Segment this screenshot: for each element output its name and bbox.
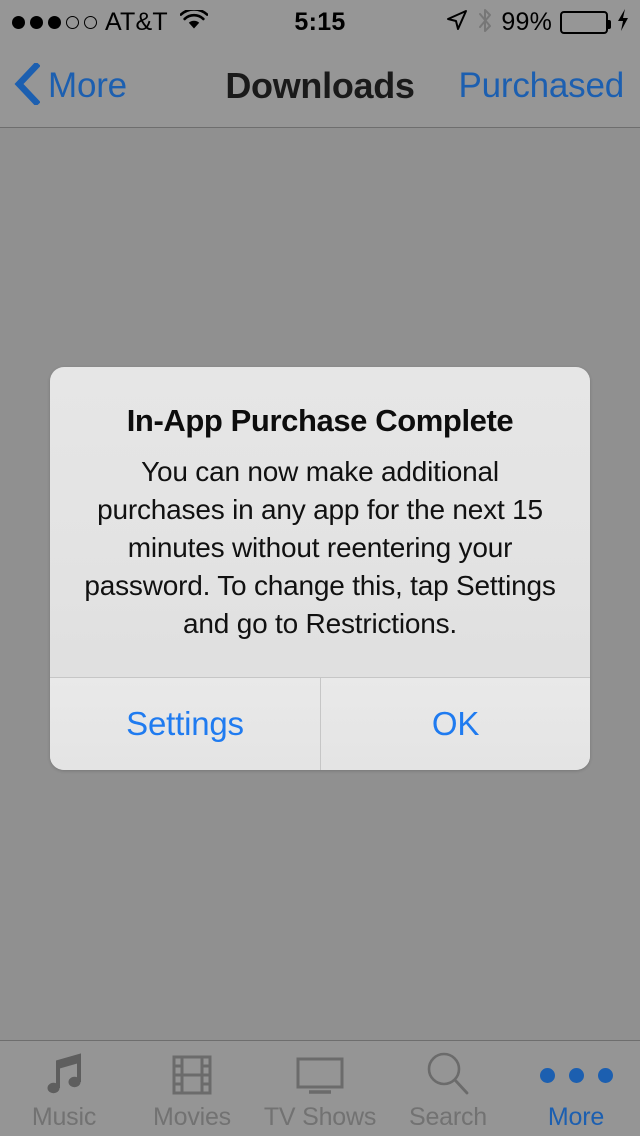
alert-message: You can now make additional purchases in… <box>84 456 556 639</box>
tab-movies-label: Movies <box>153 1103 231 1131</box>
tab-tv-shows-label: TV Shows <box>263 1103 377 1131</box>
alert-ok-button[interactable]: OK <box>320 678 590 770</box>
tab-more[interactable]: More <box>512 1041 640 1136</box>
charging-bolt-icon <box>616 8 630 37</box>
television-icon <box>293 1049 347 1101</box>
alert-settings-button[interactable]: Settings <box>50 678 320 770</box>
film-strip-icon <box>167 1049 217 1101</box>
alert-dialog: In-App Purchase Complete You can now mak… <box>50 367 590 770</box>
battery-icon <box>560 11 611 34</box>
tab-more-label: More <box>547 1103 605 1131</box>
navigation-bar: More Downloads Purchased <box>0 45 640 128</box>
alert-title: In-App Purchase Complete <box>126 403 514 438</box>
tab-music-label: Music <box>31 1103 97 1131</box>
bluetooth-icon <box>477 8 493 38</box>
status-bar: AT&T 5:15 99% <box>0 0 640 45</box>
ellipsis-icon <box>539 1049 613 1101</box>
purchased-button[interactable]: Purchased <box>458 66 624 106</box>
music-note-icon <box>39 1049 89 1101</box>
tab-bar: Music Movies TV Shows Search More <box>0 1040 640 1136</box>
location-arrow-icon <box>445 8 469 37</box>
tab-music[interactable]: Music <box>0 1041 128 1136</box>
status-bar-right: 99% <box>445 8 630 38</box>
tab-tv-shows[interactable]: TV Shows <box>256 1041 384 1136</box>
magnifier-icon <box>422 1049 474 1101</box>
alert-actions: Settings OK <box>50 677 590 770</box>
alert-body: In-App Purchase Complete You can now mak… <box>50 367 590 677</box>
tab-movies[interactable]: Movies <box>128 1041 256 1136</box>
battery-percent-label: 99% <box>501 8 552 36</box>
tab-search[interactable]: Search <box>384 1041 512 1136</box>
tab-search-label: Search <box>408 1103 487 1131</box>
